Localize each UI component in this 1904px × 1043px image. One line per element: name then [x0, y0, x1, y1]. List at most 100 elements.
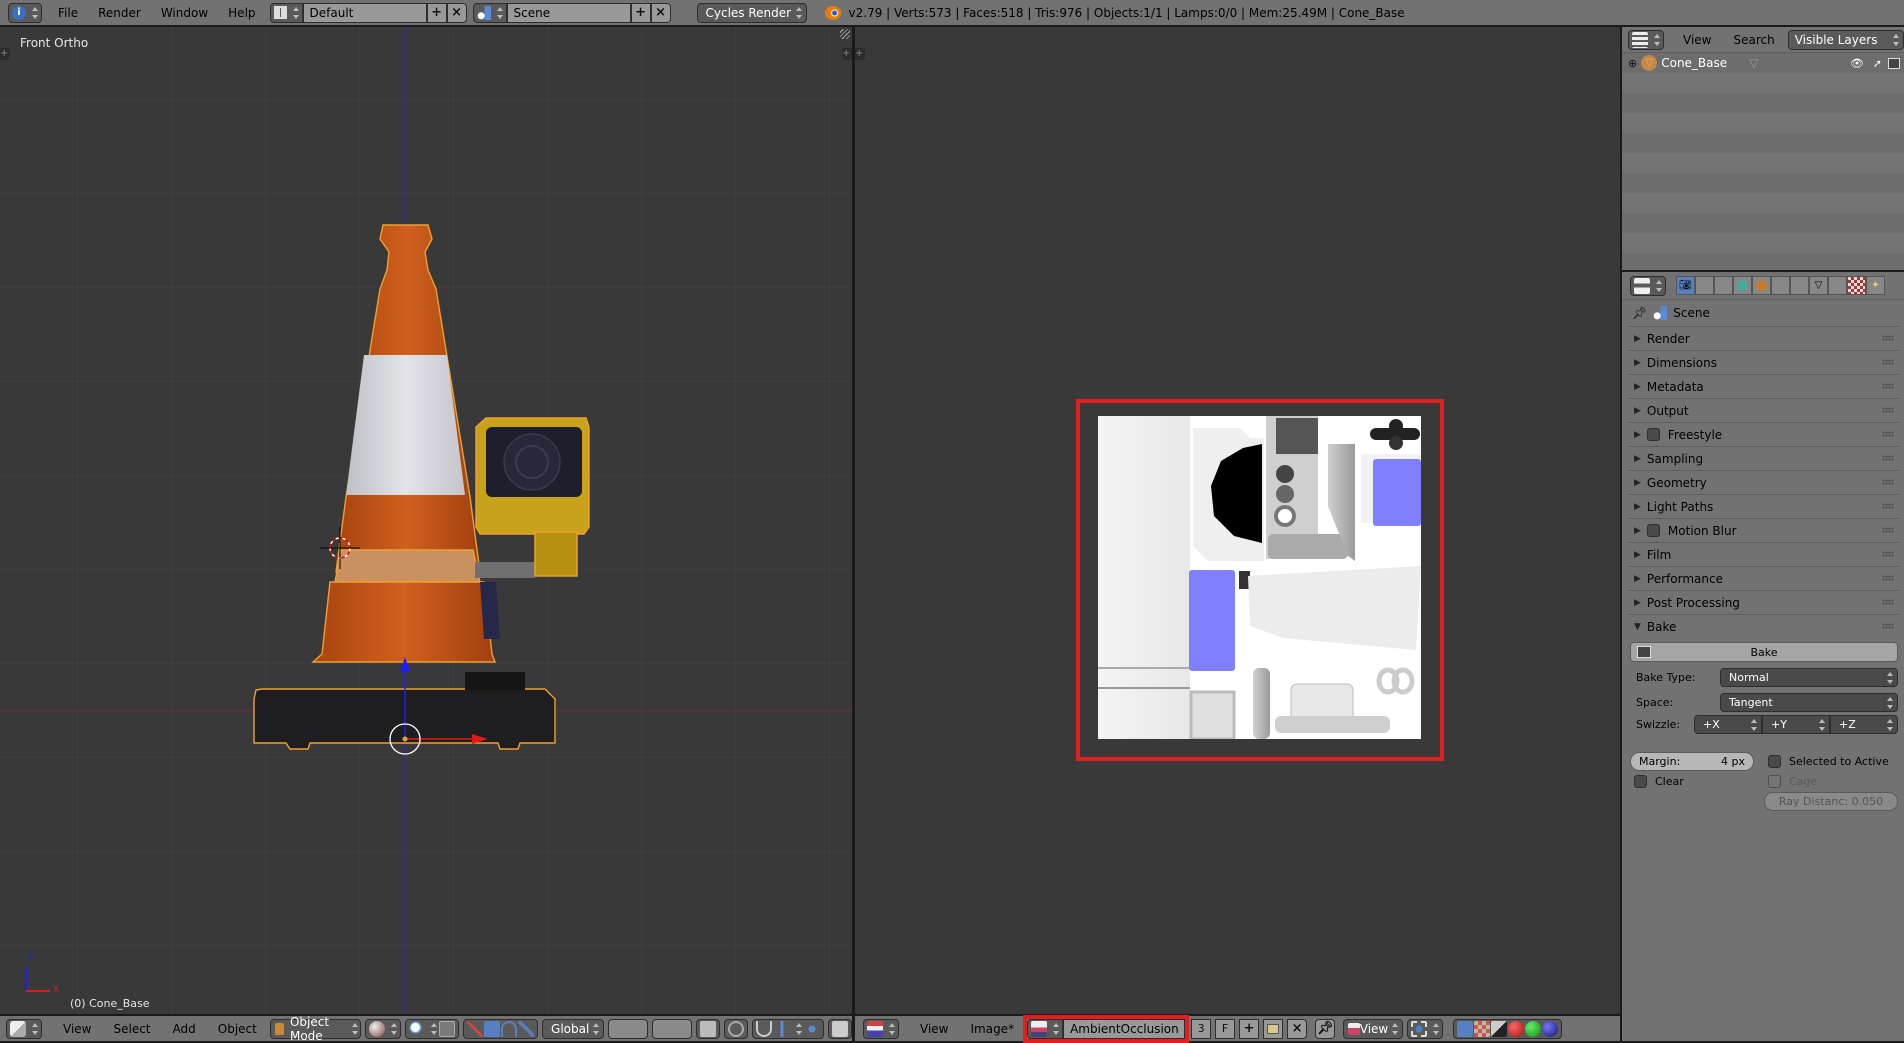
tab-scene[interactable] [1714, 276, 1733, 295]
pivot-point-dropdown[interactable] [405, 1018, 460, 1039]
menu-object[interactable]: Object [209, 1022, 266, 1036]
scene-layers-grid[interactable] [608, 1018, 649, 1039]
tab-material[interactable] [1828, 276, 1847, 295]
selectability-cursor-icon[interactable]: ➚ [1873, 57, 1882, 70]
tab-data[interactable]: ▽ [1809, 276, 1828, 295]
panel-light-paths[interactable]: ▶ Light Paths [1628, 494, 1900, 518]
translate-icon[interactable] [484, 1020, 501, 1037]
outliner-menu-view[interactable]: View [1674, 33, 1720, 47]
panel-drag-grip-icon[interactable] [1882, 503, 1894, 509]
clear-checkbox[interactable] [1634, 775, 1647, 788]
panel-post-processing[interactable]: ▶ Post Processing [1628, 590, 1900, 614]
panel-drag-grip-icon[interactable] [1882, 431, 1894, 437]
panel-metadata[interactable]: ▶ Metadata [1628, 374, 1900, 398]
panel-sampling[interactable]: ▶ Sampling [1628, 446, 1900, 470]
menu-view[interactable]: View [911, 1022, 957, 1036]
fake-user-button[interactable]: F [1215, 1018, 1236, 1039]
add-scene-button[interactable]: + [630, 2, 651, 23]
manipulator-axes-icon[interactable] [467, 1020, 484, 1037]
panel-drag-grip-icon[interactable] [1882, 599, 1894, 605]
pin-icon[interactable]: 📌︎ [1632, 306, 1647, 320]
new-image-button[interactable]: + [1239, 1018, 1260, 1039]
panel-drag-grip-icon[interactable] [1882, 623, 1894, 629]
panel-drag-grip-icon[interactable] [1882, 527, 1894, 533]
panel-bake[interactable]: ▼ Bake [1628, 614, 1900, 638]
panel-drag-grip-icon[interactable] [1882, 575, 1894, 581]
editor-type-info-button[interactable]: i [8, 2, 42, 23]
manipulate-center-points-icon[interactable] [439, 1020, 456, 1037]
panel-enable-checkbox[interactable] [1646, 428, 1660, 441]
render-engine-dropdown[interactable]: Cycles Render [696, 2, 807, 23]
pivot-point-dropdown[interactable] [1407, 1018, 1444, 1039]
menu-help[interactable]: Help [218, 0, 265, 26]
blue-channel-icon[interactable] [1542, 1020, 1559, 1037]
panel-performance[interactable]: ▶ Performance [1628, 566, 1900, 590]
normal-space-dropdown[interactable]: Tangent [1720, 693, 1898, 712]
scene-layers-grid-2[interactable] [652, 1018, 692, 1039]
rotate-icon[interactable] [501, 1020, 518, 1037]
tab-particles[interactable]: ✦ [1866, 276, 1885, 295]
outliner-item-name[interactable]: Cone_Base [1661, 56, 1727, 70]
menu-view[interactable]: View [54, 1022, 100, 1036]
editor-type-image-button[interactable] [863, 1018, 899, 1039]
expand-icon[interactable]: ⊕ [1628, 57, 1637, 70]
ambient-occlusion-bake-image[interactable] [1098, 416, 1421, 739]
menu-file[interactable]: File [48, 0, 88, 26]
panel-drag-grip-icon[interactable] [1882, 479, 1894, 485]
panel-output[interactable]: ▶ Output [1628, 398, 1900, 422]
panel-drag-grip-icon[interactable] [1882, 455, 1894, 461]
menu-render[interactable]: Render [88, 0, 151, 26]
panel-drag-grip-icon[interactable] [1882, 407, 1894, 413]
panel-enable-checkbox[interactable] [1646, 524, 1660, 537]
tab-object[interactable] [1752, 276, 1771, 295]
tab-modifiers[interactable] [1790, 276, 1809, 295]
remove-scene-button[interactable]: × [650, 2, 671, 23]
renderability-camera-icon[interactable] [1888, 57, 1900, 69]
panel-drag-grip-icon[interactable] [1882, 551, 1894, 557]
editor-type-3d-view-button[interactable] [6, 1018, 42, 1039]
proportional-editing-button[interactable] [724, 1018, 748, 1039]
panel-drag-grip-icon[interactable] [1882, 335, 1894, 341]
remove-screen-button[interactable]: × [446, 2, 467, 23]
opengl-render-button[interactable] [828, 1018, 852, 1039]
panel-render[interactable]: ▶ Render [1628, 326, 1900, 350]
image-name-field[interactable]: AmbientOcclusion [1063, 1018, 1186, 1039]
interaction-mode-dropdown[interactable]: Object Mode [269, 1015, 362, 1043]
screen-layout-browse-button[interactable] [269, 2, 303, 23]
scene-browse-button[interactable] [472, 2, 507, 23]
swizzle-z-dropdown[interactable]: +Z [1830, 715, 1898, 734]
image-editor[interactable]: + [855, 27, 1620, 1014]
editor-type-properties-button[interactable] [1630, 275, 1666, 296]
green-channel-icon[interactable] [1525, 1020, 1542, 1037]
panel-freestyle[interactable]: ▶ Freestyle [1628, 422, 1900, 446]
mesh-data-icon[interactable]: ▽ [1749, 56, 1758, 70]
tab-render-layers[interactable] [1695, 276, 1714, 295]
menu-add[interactable]: Add [164, 1022, 205, 1036]
menu-image[interactable]: Image* [961, 1022, 1023, 1036]
menu-select[interactable]: Select [104, 1022, 159, 1036]
tab-render[interactable]: 📷︎ [1676, 276, 1695, 295]
outliner-menu-search[interactable]: Search [1724, 33, 1783, 47]
add-screen-button[interactable]: + [426, 2, 447, 23]
properties-shelf-toggle-button[interactable]: + [842, 48, 852, 60]
tab-constraints[interactable] [1771, 276, 1790, 295]
alpha-icon[interactable] [1491, 1020, 1508, 1037]
swizzle-x-dropdown[interactable]: +X [1694, 715, 1762, 734]
image-users-count[interactable]: 3 [1191, 1018, 1212, 1039]
scene-name-field[interactable]: Scene [506, 2, 631, 23]
color-icon[interactable] [1474, 1020, 1491, 1037]
image-editor-mode-dropdown[interactable]: View [1343, 1018, 1404, 1039]
pin-image-button[interactable]: 📌︎ [1315, 1018, 1336, 1039]
panel-film[interactable]: ▶ Film [1628, 542, 1900, 566]
screen-layout-name-field[interactable]: Default [302, 2, 427, 23]
tab-world[interactable] [1733, 276, 1752, 295]
swizzle-y-dropdown[interactable]: +Y [1762, 715, 1830, 734]
image-toolshelf-toggle-button[interactable]: + [855, 48, 865, 60]
transform-orientation-dropdown[interactable]: Global [542, 1018, 605, 1039]
color-alpha-icon[interactable] [1457, 1020, 1474, 1037]
panel-dimensions[interactable]: ▶ Dimensions [1628, 350, 1900, 374]
visibility-eye-icon[interactable]: 👁︎ [1850, 57, 1864, 70]
unlink-image-button[interactable]: × [1287, 1018, 1308, 1039]
menu-window[interactable]: Window [151, 0, 218, 26]
tab-texture[interactable] [1847, 276, 1866, 295]
